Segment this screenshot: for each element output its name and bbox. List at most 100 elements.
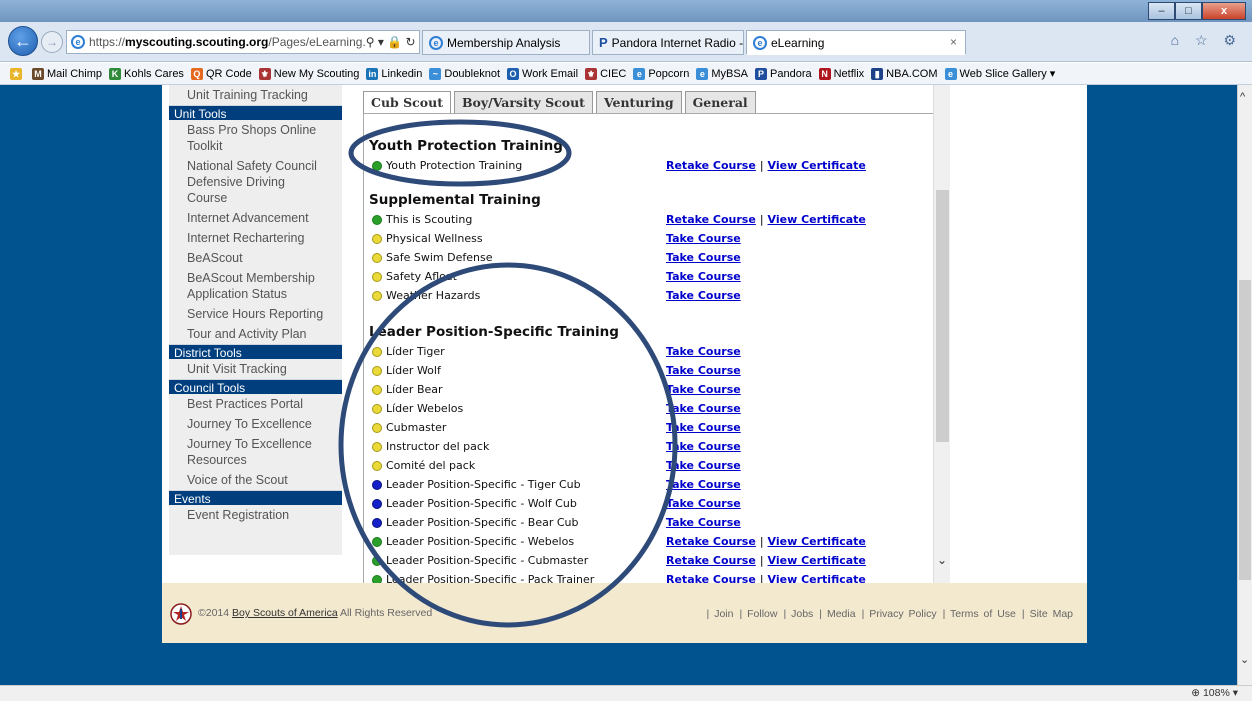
footer-link[interactable]: Privacy Policy: [869, 608, 936, 620]
favorite-linkedin[interactable]: in Linkedin: [366, 67, 422, 80]
take-course-link[interactable]: Take Course: [666, 402, 741, 415]
favorite-kohls-cares[interactable]: K Kohls Cares: [109, 67, 184, 80]
view-certificate-link[interactable]: View Certificate: [768, 554, 866, 567]
take-course-link[interactable]: Take Course: [666, 478, 741, 491]
take-course-link[interactable]: Take Course: [666, 497, 741, 510]
chevron-down-icon[interactable]: ⌄: [1240, 653, 1249, 666]
address-controls[interactable]: ⚲ ▾ 🔒 ↻: [366, 35, 419, 49]
take-course-link[interactable]: Take Course: [666, 383, 741, 396]
sidebar-item-best-practices[interactable]: Best Practices Portal: [169, 394, 342, 414]
view-certificate-link[interactable]: View Certificate: [768, 535, 866, 548]
tab-cub-scout[interactable]: Cub Scout: [363, 91, 451, 113]
footer-link[interactable]: Jobs: [791, 608, 813, 620]
take-course-link[interactable]: Take Course: [666, 440, 741, 453]
course-name: Instructor del pack: [386, 440, 490, 453]
take-course-link[interactable]: Take Course: [666, 232, 741, 245]
section-title: Youth Protection Training: [369, 138, 563, 154]
view-certificate-link[interactable]: View Certificate: [768, 573, 866, 583]
maximize-button[interactable]: □: [1175, 2, 1202, 20]
sidebar-item-safety-council[interactable]: National Safety Council Defensive Drivin…: [169, 156, 342, 208]
zoom-level[interactable]: ⊕ 108% ▾: [1191, 687, 1238, 699]
sidebar-item-service-hours[interactable]: Service Hours Reporting: [169, 304, 342, 324]
take-course-link[interactable]: Take Course: [666, 345, 741, 358]
take-course-link[interactable]: Take Course: [666, 251, 741, 264]
section-title: Leader Position-Specific Training: [369, 324, 619, 340]
tab-elearning[interactable]: e eLearning ×: [746, 30, 966, 55]
favorite-work-email[interactable]: O Work Email: [507, 67, 578, 80]
favorite-qr-code[interactable]: Q QR Code: [190, 67, 252, 80]
course-row: Weather Hazards Take Course: [372, 286, 932, 305]
view-certificate-link[interactable]: View Certificate: [768, 213, 866, 226]
pandora-icon: P: [599, 35, 608, 50]
favorite-new-my-scouting[interactable]: ⚜ New My Scouting: [258, 67, 359, 80]
sidebar-item-internet-rechartering[interactable]: Internet Rechartering: [169, 228, 342, 248]
retake-course-link[interactable]: Retake Course: [666, 535, 756, 548]
sidebar-item-unit-visit-tracking[interactable]: Unit Visit Tracking: [169, 359, 342, 379]
take-course-link[interactable]: Take Course: [666, 421, 741, 434]
sidebar-item-beascout[interactable]: BeAScout: [169, 248, 342, 268]
content-scrollbar[interactable]: ⌄: [933, 85, 950, 583]
url-domain: myscouting.scouting.org: [125, 35, 269, 49]
footer-bsa-link[interactable]: Boy Scouts of America: [232, 607, 338, 619]
take-course-link[interactable]: Take Course: [666, 516, 741, 529]
tab-pandora[interactable]: P Pandora Internet Radio - Listen...: [592, 30, 744, 55]
sidebar-item-voice-of-the-scout[interactable]: Voice of the Scout: [169, 470, 342, 490]
forward-button[interactable]: →: [41, 31, 63, 53]
footer-link[interactable]: Follow: [747, 608, 777, 620]
view-certificate-link[interactable]: View Certificate: [768, 159, 866, 172]
footer-link[interactable]: Media: [827, 608, 856, 620]
tab-venturing[interactable]: Venturing: [595, 91, 682, 113]
page-scrollbar-thumb[interactable]: [1239, 280, 1251, 580]
tab-membership-analysis[interactable]: e Membership Analysis: [422, 30, 590, 55]
tab-close-icon[interactable]: ×: [950, 35, 957, 49]
footer-links: | Join | Follow | Jobs | Media | Privacy Pol…: [707, 608, 1079, 620]
sidebar-item-journey-to-excellence[interactable]: Journey To Excellence: [169, 414, 342, 434]
sidebar-item-jte-resources[interactable]: Journey To Excellence Resources: [169, 434, 342, 470]
favorite-mail-chimp[interactable]: M Mail Chimp: [32, 67, 102, 80]
course-row: Youth Protection Training Retake Course | V…: [372, 156, 932, 175]
status-yellow-icon: [372, 252, 382, 263]
back-button[interactable]: ←: [8, 26, 38, 56]
favorite-mybsa[interactable]: e MyBSA: [696, 67, 748, 80]
browser-toolbar-icons[interactable]: ⌂ ☆ ⚙: [1171, 32, 1242, 49]
favorite-netflix[interactable]: N Netflix: [818, 67, 864, 80]
retake-course-link[interactable]: Retake Course: [666, 159, 756, 172]
course-links: Take Course: [666, 497, 741, 510]
scrollbar-thumb[interactable]: [936, 190, 949, 442]
minimize-button[interactable]: –: [1148, 2, 1175, 20]
favorites-star-icon[interactable]: ★: [10, 67, 25, 80]
tab-general[interactable]: General: [684, 91, 756, 113]
course-name: Leader Position-Specific - Tiger Cub: [386, 478, 581, 491]
take-course-link[interactable]: Take Course: [666, 364, 741, 377]
favorite-nba[interactable]: ▮ NBA.COM: [871, 67, 938, 80]
retake-course-link[interactable]: Retake Course: [666, 213, 756, 226]
favorite-ciec[interactable]: ⚜ CIEC: [585, 67, 626, 80]
window-buttons: – □ x: [1148, 2, 1246, 20]
favorite-popcorn[interactable]: e Popcorn: [633, 67, 689, 80]
address-bar[interactable]: e https:// myscouting.scouting.org /Page…: [66, 30, 420, 54]
sidebar-item-beascout-status[interactable]: BeAScout Membership Application Status: [169, 268, 342, 304]
footer-link[interactable]: Site Map: [1030, 608, 1073, 620]
take-course-link[interactable]: Take Course: [666, 270, 741, 283]
favorite-web-slice-gallery[interactable]: e Web Slice Gallery ▾: [944, 67, 1055, 80]
footer-link[interactable]: Join: [714, 608, 733, 620]
favorite-doubleknot[interactable]: ~ Doubleknot: [429, 67, 500, 80]
chevron-down-icon[interactable]: ⌄: [937, 553, 947, 567]
sidebar-item-event-registration[interactable]: Event Registration: [169, 505, 342, 525]
page-scrollbar[interactable]: ^ ⌄: [1237, 85, 1252, 685]
favorite-pandora[interactable]: P Pandora: [755, 67, 812, 80]
chevron-up-icon[interactable]: ^: [1240, 91, 1245, 103]
tab-boy-varsity-scout[interactable]: Boy/Varsity Scout: [453, 91, 593, 113]
sidebar-item-internet-advancement[interactable]: Internet Advancement: [169, 208, 342, 228]
retake-course-link[interactable]: Retake Course: [666, 573, 756, 583]
sidebar-item-bass-pro[interactable]: Bass Pro Shops Online Toolkit: [169, 120, 342, 156]
close-button[interactable]: x: [1202, 2, 1246, 20]
take-course-link[interactable]: Take Course: [666, 459, 741, 472]
footer-link[interactable]: Terms of Use: [950, 608, 1016, 620]
take-course-link[interactable]: Take Course: [666, 289, 741, 302]
sidebar-item-unit-training-tracking[interactable]: Unit Training Tracking: [169, 85, 342, 105]
retake-course-link[interactable]: Retake Course: [666, 554, 756, 567]
sidebar-item-tour-plan[interactable]: Tour and Activity Plan: [169, 324, 342, 344]
sidebar-nav: Unit Training Tracking Unit Tools Bass P…: [169, 85, 342, 555]
course-row: Safety Afloat Take Course: [372, 267, 932, 286]
